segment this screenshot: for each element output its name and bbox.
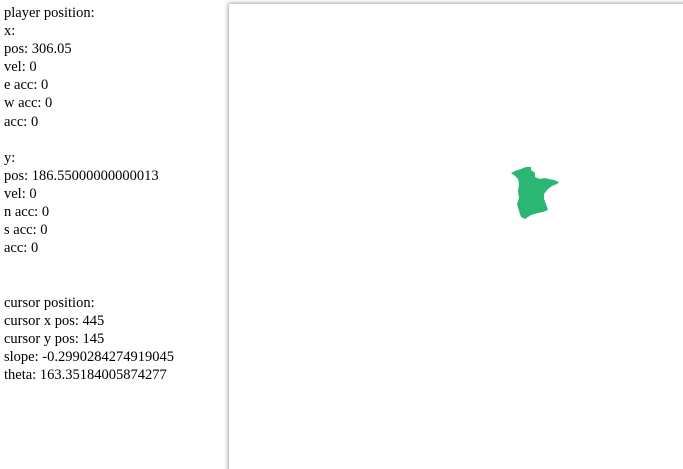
x-acc-readout: acc: 0	[4, 113, 39, 130]
cursor-x-readout: cursor x pos: 445	[4, 312, 105, 329]
player-position-heading: player position:	[4, 5, 95, 21]
debug-info-panel: player position: x: pos: 306.05 vel: 0 e…	[4, 4, 224, 384]
x-vel-readout: vel: 0	[4, 59, 37, 76]
x-e-acc-readout: e acc: 0	[4, 77, 49, 94]
x-pos-readout: pos: 306.05	[4, 41, 72, 58]
x-w-acc-readout: w acc: 0	[4, 95, 53, 112]
theta-readout: theta: 163.35184005874277	[4, 366, 167, 383]
game-canvas[interactable]	[229, 4, 683, 469]
x-heading: x:	[4, 23, 16, 40]
slope-readout: slope: -0.2990284274919045	[4, 348, 174, 365]
player-body	[511, 167, 559, 219]
cursor-y-readout: cursor y pos: 145	[4, 330, 105, 347]
y-s-acc-readout: s acc: 0	[4, 222, 48, 239]
y-vel-readout: vel: 0	[4, 185, 37, 202]
player-sprite	[511, 167, 559, 219]
y-pos-readout: pos: 186.55000000000013	[4, 167, 159, 184]
y-heading: y:	[4, 149, 16, 166]
cursor-position-heading: cursor position:	[4, 294, 95, 311]
y-acc-readout: acc: 0	[4, 240, 39, 257]
y-n-acc-readout: n acc: 0	[4, 204, 50, 221]
